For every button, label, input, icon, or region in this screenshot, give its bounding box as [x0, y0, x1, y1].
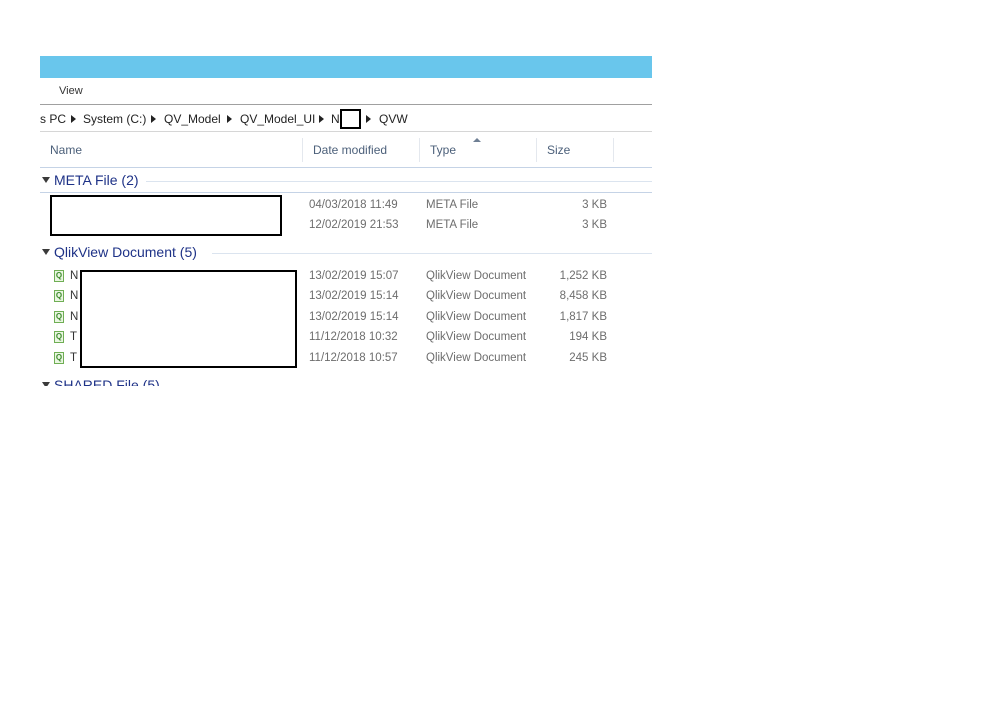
file-name: T	[70, 352, 78, 364]
chevron-right-icon[interactable]	[227, 115, 232, 123]
title-bar[interactable]	[40, 56, 652, 78]
file-name: N	[70, 270, 79, 282]
chevron-right-icon[interactable]	[319, 115, 324, 123]
breadcrumb-qvw[interactable]: QVW	[379, 112, 408, 126]
date-modified: 04/03/2018 11:49	[309, 199, 398, 211]
collapse-triangle-icon[interactable]	[42, 382, 50, 386]
file-type: QlikView Document	[426, 311, 527, 323]
group-divider	[40, 192, 652, 193]
file-type: QlikView Document	[426, 352, 527, 364]
sort-ascending-icon	[473, 138, 481, 142]
group-header-meta-file[interactable]: META File (2)	[40, 170, 652, 192]
date-modified: 13/02/2019 15:14	[309, 290, 399, 302]
group-title: META File (2)	[54, 172, 139, 188]
redaction-box	[340, 109, 361, 129]
group-title: QlikView Document (5)	[54, 244, 197, 260]
qlikview-document-icon: Q	[54, 352, 64, 364]
chevron-right-icon[interactable]	[151, 115, 156, 123]
file-name: T	[70, 331, 78, 343]
qlikview-document-icon: Q	[54, 311, 64, 323]
date-modified: 11/12/2018 10:32	[309, 331, 398, 343]
date-modified: 13/02/2019 15:07	[309, 270, 399, 282]
breadcrumb-qv-model[interactable]: QV_Model	[164, 112, 221, 126]
chevron-right-icon[interactable]	[71, 115, 76, 123]
column-header-name[interactable]: Name	[40, 138, 303, 162]
file-type: META File	[426, 199, 479, 211]
breadcrumb-n[interactable]: N	[331, 112, 340, 126]
column-header-date-modified[interactable]: Date modified	[303, 138, 420, 162]
file-size: 3 KB	[582, 219, 607, 231]
group-header-qlikview-document[interactable]: QlikView Document (5)	[40, 242, 652, 264]
file-name: N	[70, 311, 79, 323]
date-modified: 13/02/2019 15:14	[309, 311, 399, 323]
file-type: QlikView Document	[426, 270, 527, 282]
file-type: META File	[426, 219, 479, 231]
header-divider	[40, 167, 652, 168]
ribbon: View	[40, 78, 652, 105]
file-size: 245 KB	[569, 352, 607, 364]
file-size: 1,252 KB	[559, 270, 607, 282]
file-size: 8,458 KB	[559, 290, 607, 302]
address-bar[interactable]: s PC System (C:) QV_Model QV_Model_UI N …	[40, 107, 652, 132]
file-size: 3 KB	[582, 199, 607, 211]
group-header-shared-file[interactable]: SHARED File (5)	[40, 375, 652, 386]
file-type: QlikView Document	[426, 331, 527, 343]
ribbon-tab-view[interactable]: View	[59, 85, 83, 97]
column-header-size[interactable]: Size	[537, 138, 614, 162]
qlikview-document-icon: Q	[54, 270, 64, 282]
collapse-triangle-icon[interactable]	[42, 177, 50, 183]
column-headers: Name Date modified Type Size	[40, 138, 652, 162]
date-modified: 12/02/2019 21:53	[309, 219, 399, 231]
file-type: QlikView Document	[426, 290, 527, 302]
date-modified: 11/12/2018 10:57	[309, 352, 398, 364]
file-size: 194 KB	[569, 331, 607, 343]
file-size: 1,817 KB	[559, 311, 607, 323]
breadcrumb-this-pc[interactable]: s PC	[40, 112, 66, 126]
group-title: SHARED File (5)	[54, 377, 160, 386]
redaction-box	[80, 270, 297, 368]
qlikview-document-icon: Q	[54, 290, 64, 302]
group-divider	[146, 181, 652, 182]
group-divider	[212, 253, 652, 254]
breadcrumb-system-c[interactable]: System (C:)	[83, 112, 146, 126]
file-explorer-window: View s PC System (C:) QV_Model QV_Model_…	[40, 56, 652, 386]
chevron-right-icon[interactable]	[366, 115, 371, 123]
file-name: N	[70, 290, 79, 302]
qlikview-document-icon: Q	[54, 331, 64, 343]
collapse-triangle-icon[interactable]	[42, 249, 50, 255]
redaction-box	[50, 195, 282, 236]
breadcrumb-qv-model-ui[interactable]: QV_Model_UI	[240, 112, 315, 126]
